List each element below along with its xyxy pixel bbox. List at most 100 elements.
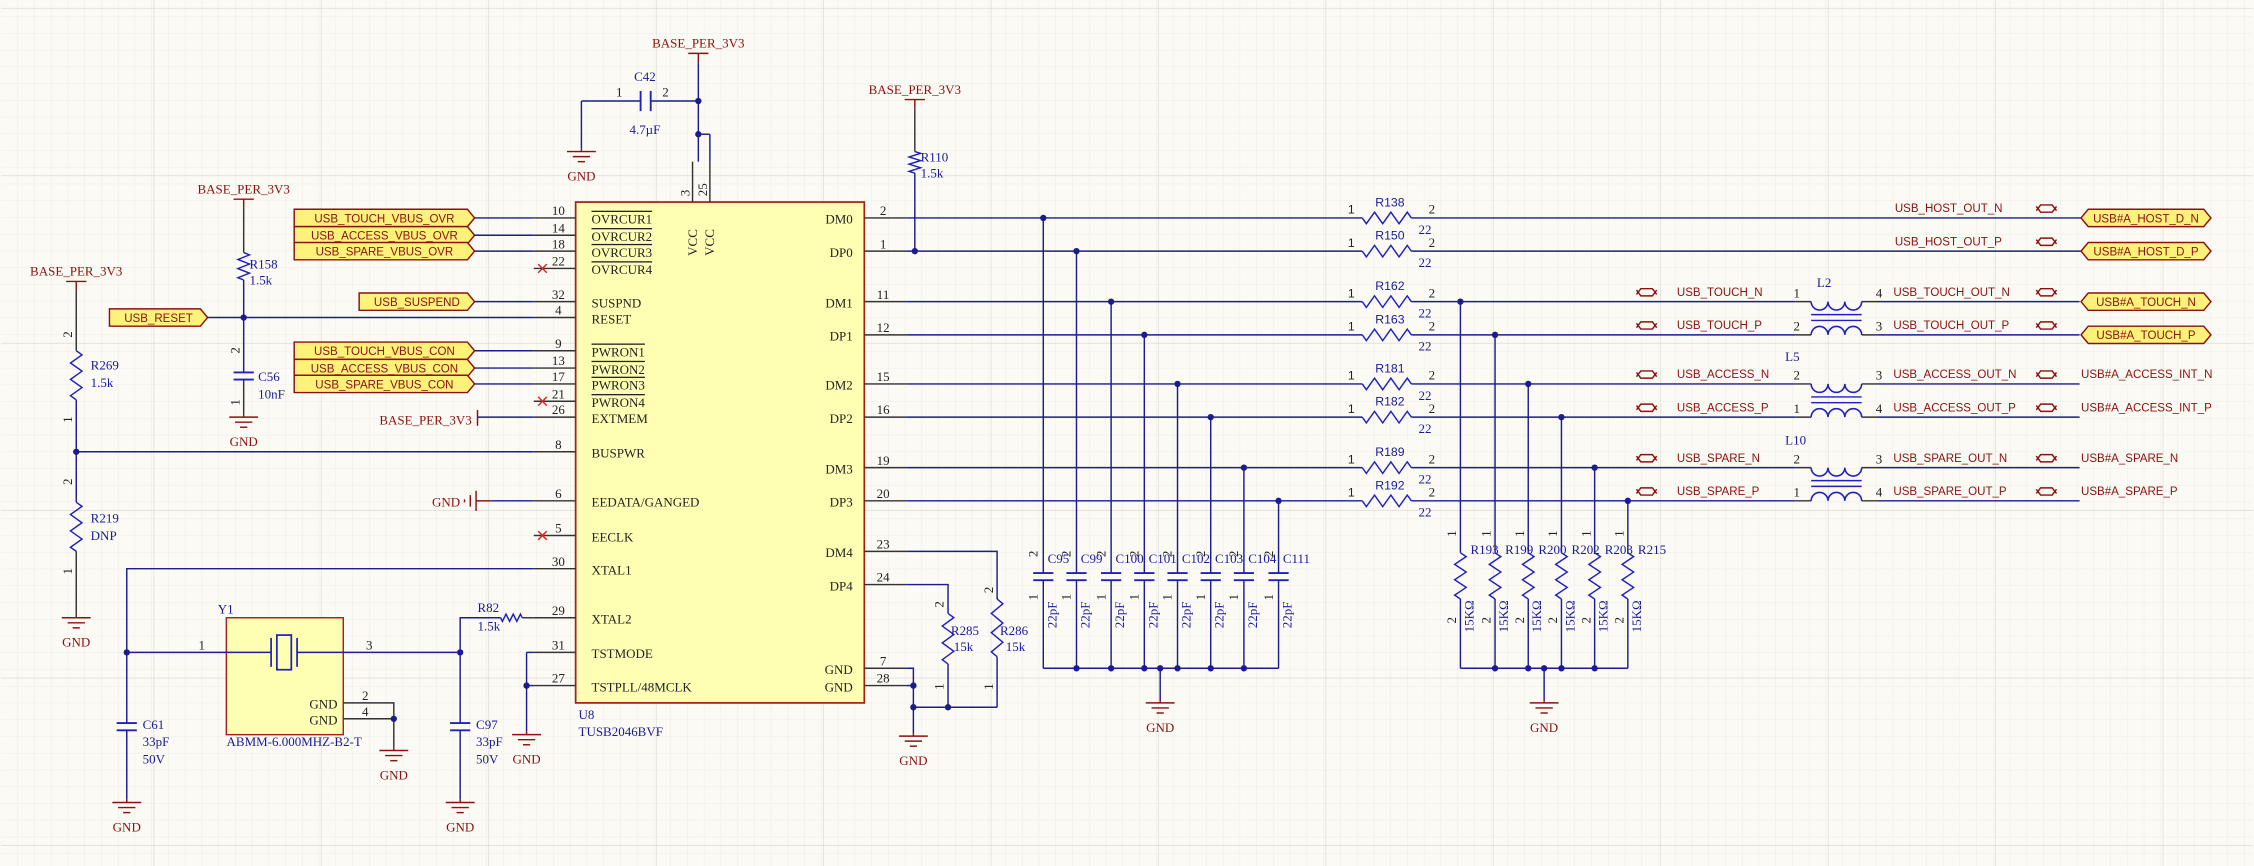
pin-number: 2 [362, 688, 369, 703]
port-usb_touch_vbus_ovr[interactable]: USB_TOUCH_VBUS_OVR [293, 208, 476, 228]
pulldown-value: 15KΩ [1596, 600, 1611, 632]
pin-number: 2 [1429, 235, 1436, 250]
c61-value: 33pF [143, 734, 170, 749]
junction-dot [695, 131, 702, 138]
pin-number: 30 [552, 554, 565, 569]
pin-number: 2 [880, 203, 887, 218]
pulldown-ref: R203 [1605, 542, 1633, 557]
port-right[interactable]: USB#A_TOUCH_P [2080, 325, 2212, 345]
pin-number: 1 [981, 683, 996, 690]
ic-u8[interactable]: U8TUSB2046BVF3VCC25VCC10OVRCUR114OVRCUR2… [533, 161, 907, 739]
pin-number: 2 [1429, 368, 1436, 383]
net-label: USB_ACCESS_OUT_P [1893, 402, 2016, 414]
pin-number: 10 [552, 203, 565, 218]
pin-name: DM0 [825, 212, 852, 227]
pulldown-value: 15KΩ [1461, 600, 1476, 632]
net-label: USB_TOUCH_OUT_N [1893, 287, 2009, 299]
port-usb_access_vbus_ovr[interactable]: USB_ACCESS_VBUS_OVR [293, 225, 476, 245]
port-usb_spare_vbus_ovr[interactable]: USB_SPARE_VBUS_OVR [293, 241, 476, 261]
pin-number: 1 [1348, 486, 1355, 500]
pin-number: 1 [60, 416, 75, 423]
cap-value: 22pF [1212, 602, 1227, 629]
r158-value: 1.5k [249, 272, 272, 287]
pin-number: 3 [1876, 451, 1883, 466]
pin-number: 2 [1793, 319, 1800, 334]
gnd-label: GND [113, 819, 141, 834]
port-label: USB_SUSPEND [374, 297, 460, 309]
port-usb_touch_vbus_con[interactable]: USB_TOUCH_VBUS_CON [293, 341, 476, 361]
junction-dot [1141, 665, 1148, 672]
cap-value: 22pF [1245, 602, 1260, 629]
port-label: USB_ACCESS_VBUS_CON [311, 363, 458, 375]
eedata-gnd-label: GND [432, 495, 460, 510]
pin-number: 3 [1876, 368, 1883, 383]
r219-value: DNP [91, 528, 117, 543]
net-label: USB_ACCESS_P [1677, 402, 1769, 414]
pin-number: 2 [60, 331, 75, 338]
ic-part: TUSB2046BVF [579, 724, 663, 739]
pin-number: 1 [1348, 320, 1355, 334]
pin-name: TSTMODE [592, 646, 653, 661]
port-right[interactable]: USB#A_HOST_D_P [2080, 241, 2212, 261]
pin-number: 1 [1793, 285, 1800, 300]
pin-name: GND [825, 662, 853, 677]
pin-number: 28 [877, 671, 890, 686]
port-right[interactable]: USB#A_HOST_D_N [2080, 208, 2212, 228]
pin-name: VCC [685, 229, 700, 256]
power-net-label: BASE_PER_3V3 [652, 36, 744, 51]
r110-value: 1.5k [921, 166, 944, 181]
net-label: USB_TOUCH_P [1677, 320, 1762, 332]
c61-voltage: 50V [143, 752, 166, 767]
choke-ref: L5 [1785, 349, 1799, 364]
schematic-sheet[interactable]: U8TUSB2046BVF3VCC25VCC10OVRCUR114OVRCUR2… [0, 0, 2254, 866]
pin-number: 1 [1612, 530, 1627, 536]
net-label: USB_SPARE_OUT_N [1893, 453, 2007, 465]
pin-number: 17 [552, 369, 565, 384]
net-label: USB_SPARE_P [1677, 486, 1760, 498]
pin-number: 1 [60, 568, 75, 575]
net-label: USB_HOST_OUT_P [1895, 236, 2002, 248]
pin-number: 2 [1793, 368, 1800, 383]
junction-dot [1174, 665, 1181, 672]
resistor-value: 22 [1419, 505, 1432, 520]
pin-name: RESET [592, 311, 632, 326]
port-right[interactable]: USB#A_TOUCH_N [2080, 292, 2212, 312]
resistor-value: 22 [1419, 421, 1432, 436]
pin-name: PWRON3 [592, 378, 645, 393]
pulldown-ref: R215 [1638, 542, 1666, 557]
pin-number: 1 [1226, 594, 1241, 601]
pin-number: 1 [932, 683, 947, 690]
pin-number: 1 [1348, 236, 1355, 250]
r158-ref: R158 [249, 256, 277, 271]
pin-number: 3 [1876, 319, 1883, 334]
c97-value: 33pF [476, 734, 503, 749]
port-label: USB_SPARE_VBUS_CON [315, 379, 453, 391]
pin-name: OVRCUR1 [592, 212, 653, 227]
pin-number: 4 [555, 303, 562, 318]
net-label: USB_HOST_OUT_N [1895, 203, 2003, 215]
pin-name: DP3 [830, 495, 853, 510]
pin-number: 3 [366, 638, 373, 653]
r285-value: 15k [954, 639, 974, 654]
pin-number: 2 [1545, 617, 1560, 623]
port-usb-reset[interactable]: USB_RESET [108, 308, 209, 327]
port-usb-suspend[interactable]: USB_SUSPEND [358, 292, 476, 312]
pin-number: 1 [227, 399, 242, 406]
net-label: USB#A_ACCESS_INT_N [2081, 369, 2212, 381]
junction-dot [944, 704, 952, 711]
pin-name: DP4 [830, 578, 854, 593]
pin-number: 6 [555, 486, 562, 501]
pin-number: 2 [1444, 617, 1459, 624]
pin-number: 2 [1193, 551, 1208, 558]
pin-number: 2 [1226, 551, 1241, 558]
port-label: USB#A_HOST_D_P [2093, 246, 2198, 258]
port-usb_access_vbus_con[interactable]: USB_ACCESS_VBUS_CON [293, 358, 476, 378]
pin-number: 2 [1429, 485, 1436, 500]
gnd-label: GND [899, 753, 927, 768]
pin-number: 22 [552, 254, 565, 269]
pin-number: 2 [1429, 285, 1436, 300]
pin-number: 2 [1127, 551, 1142, 558]
pin-number: 2 [1429, 202, 1436, 217]
port-usb_spare_vbus_con[interactable]: USB_SPARE_VBUS_CON [293, 374, 476, 394]
ic-ref: U8 [579, 707, 595, 722]
